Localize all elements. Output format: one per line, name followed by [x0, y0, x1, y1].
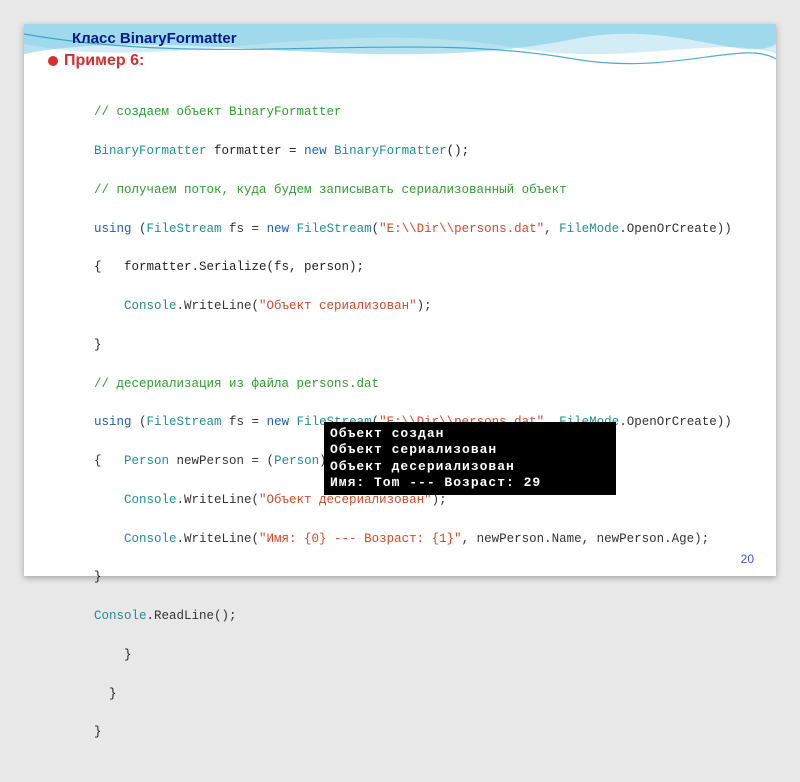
console-output: Объект создан Объект сериализован Объект…	[324, 422, 616, 495]
console-line: Объект сериализован	[330, 442, 497, 457]
code-comment: // получаем поток, куда будем записывать…	[94, 183, 567, 197]
console-line: Объект десериализован	[330, 459, 515, 474]
code-comment: // создаем объект BinaryFormatter	[94, 105, 342, 119]
page-number: 20	[741, 552, 754, 566]
slide: Класс BinaryFormatter Пример 6: // созда…	[24, 24, 776, 576]
slide-header: Класс BinaryFormatter	[72, 30, 237, 47]
bullet-icon	[48, 56, 58, 66]
console-line: Объект создан	[330, 426, 444, 441]
subtitle-row: Пример 6:	[48, 52, 144, 70]
console-line: Имя: Tom --- Возраст: 29	[330, 475, 541, 490]
code-comment: // десериализация из файла persons.dat	[94, 377, 379, 391]
slide-subtitle: Пример 6:	[64, 52, 144, 70]
slide-title: Класс BinaryFormatter	[72, 30, 237, 47]
